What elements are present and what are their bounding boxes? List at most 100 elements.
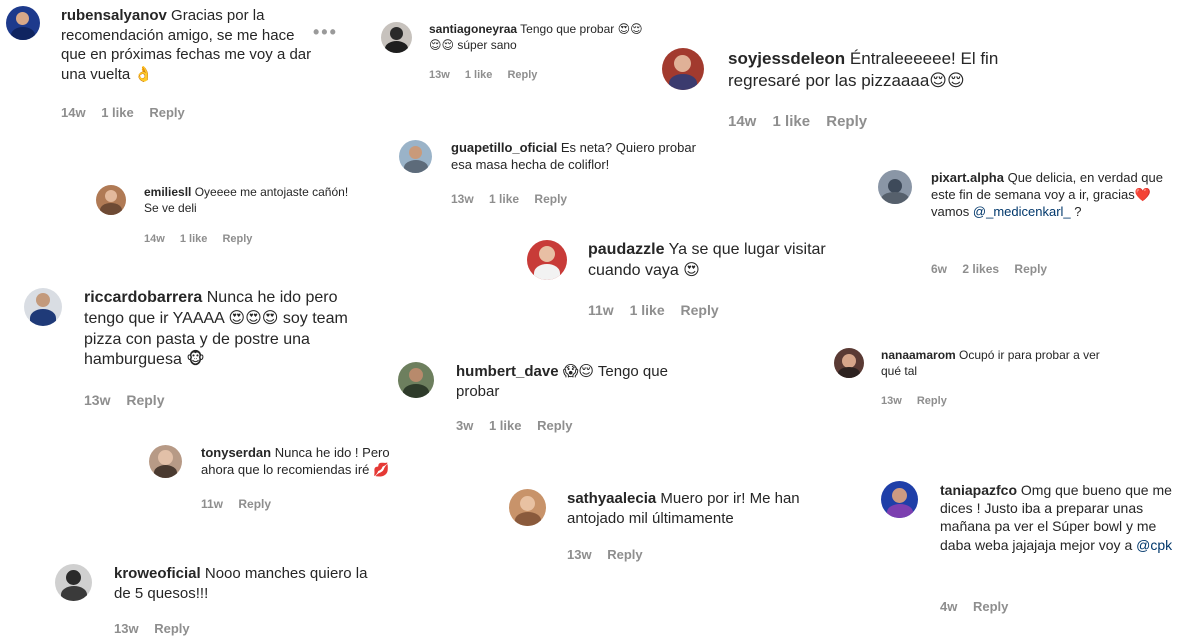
username[interactable]: kroweoficial: [114, 565, 201, 582]
more-options-icon[interactable]: •••: [313, 22, 338, 43]
username[interactable]: taniapazfco: [940, 482, 1017, 498]
reply-button[interactable]: Reply: [826, 113, 867, 130]
timestamp[interactable]: 13w: [429, 69, 450, 81]
comment-rubensalyanov: rubensalyanov Gracias por la recomendaci…: [6, 6, 336, 124]
comment-guapetillo_oficial: guapetillo_oficial Es neta? Quiero proba…: [399, 140, 699, 210]
comment-meta: 6w 2 likes Reply: [931, 262, 1059, 276]
timestamp[interactable]: 13w: [114, 621, 139, 636]
comment-paudazzle: paudazzle Ya se que lugar visitar cuando…: [527, 240, 867, 325]
avatar[interactable]: [55, 564, 92, 601]
reply-button[interactable]: Reply: [149, 105, 184, 120]
avatar[interactable]: [881, 481, 918, 518]
comment-text: humbert_dave 😱😌 Tengo que probar: [456, 362, 706, 401]
username[interactable]: tonyserdan: [201, 445, 271, 460]
comment-text: kroweoficial Nooo manches quiero la de 5…: [114, 564, 384, 603]
reply-button[interactable]: Reply: [534, 192, 567, 206]
comment-humbert_dave: humbert_dave 😱😌 Tengo que probar 3w 1 li…: [398, 362, 718, 440]
username[interactable]: riccardobarrera: [84, 289, 202, 306]
reply-button[interactable]: Reply: [222, 233, 252, 245]
username[interactable]: paudazzle: [588, 241, 664, 258]
reply-button[interactable]: Reply: [154, 621, 189, 636]
likes-count[interactable]: 1 like: [489, 418, 522, 433]
avatar[interactable]: [398, 362, 434, 398]
username[interactable]: humbert_dave: [456, 363, 559, 380]
reply-button[interactable]: Reply: [917, 395, 947, 407]
comment-text: taniapazfco Omg que bueno que me dices !…: [940, 481, 1190, 554]
comment-text: pixart.alpha Que delicia, en verdad que …: [931, 170, 1186, 221]
comment-nanaamarom: nanaamarom Ocupó ir para probar a ver qu…: [834, 348, 1124, 410]
reply-button[interactable]: Reply: [238, 497, 271, 511]
username[interactable]: rubensalyanov: [61, 7, 167, 24]
avatar[interactable]: [834, 348, 864, 378]
comment-meta: 13w Reply: [114, 621, 202, 636]
likes-count[interactable]: 1 like: [465, 69, 493, 81]
timestamp[interactable]: 14w: [144, 233, 165, 245]
username[interactable]: soyjessdeleon: [728, 49, 845, 68]
timestamp[interactable]: 13w: [451, 192, 474, 206]
timestamp[interactable]: 13w: [84, 392, 110, 408]
avatar[interactable]: [381, 22, 412, 53]
comment-meta: 13w 1 like Reply: [429, 69, 549, 81]
username[interactable]: guapetillo_oficial: [451, 140, 557, 155]
comment-santiagoneyraa: santiagoneyraa Tengo que probar 😍😌😌😌 súp…: [381, 22, 651, 87]
timestamp[interactable]: 14w: [728, 113, 756, 130]
avatar[interactable]: [509, 489, 546, 526]
reply-button[interactable]: Reply: [607, 547, 642, 562]
comment-meta: 11w Reply: [201, 497, 283, 511]
username[interactable]: santiagoneyraa: [429, 22, 517, 36]
avatar[interactable]: [24, 288, 62, 326]
timestamp[interactable]: 4w: [940, 599, 957, 614]
comment-taniapazfco: taniapazfco Omg que bueno que me dices !…: [881, 481, 1191, 621]
timestamp[interactable]: 14w: [61, 105, 86, 120]
comment-body-end: ?: [1070, 203, 1082, 219]
comment-meta: 3w 1 like Reply: [456, 418, 585, 433]
avatar[interactable]: [399, 140, 432, 173]
avatar[interactable]: [96, 185, 126, 215]
comment-riccardobarrera: riccardobarrera Nunca he ido pero tengo …: [24, 288, 374, 413]
comment-meta: 14w 1 like Reply: [728, 113, 879, 130]
comment-text: guapetillo_oficial Es neta? Quiero proba…: [451, 140, 696, 174]
comment-meta: 13w Reply: [84, 392, 176, 408]
comment-kroweoficial: kroweoficial Nooo manches quiero la de 5…: [55, 564, 395, 639]
username[interactable]: sathyaalecia: [567, 490, 656, 507]
reply-button[interactable]: Reply: [1014, 262, 1047, 276]
mention-link[interactable]: @_medicenkarl_: [973, 204, 1071, 219]
avatar[interactable]: [6, 6, 40, 40]
likes-count[interactable]: 2 likes: [962, 262, 999, 276]
reply-button[interactable]: Reply: [126, 392, 164, 408]
comment-text: nanaamarom Ocupó ir para probar a ver qu…: [881, 348, 1116, 379]
likes-count[interactable]: 1 like: [101, 105, 134, 120]
username[interactable]: nanaamarom: [881, 348, 956, 362]
comment-meta: 13w Reply: [567, 547, 655, 562]
comment-meta: 14w 1 like Reply: [61, 105, 197, 120]
likes-count[interactable]: 1 like: [180, 233, 208, 245]
likes-count[interactable]: 1 like: [489, 192, 519, 206]
timestamp[interactable]: 11w: [201, 497, 223, 511]
avatar[interactable]: [149, 445, 182, 478]
comment-tonyserdan: tonyserdan Nunca he ido ! Pero ahora que…: [149, 445, 429, 515]
comment-text: riccardobarrera Nunca he ido pero tengo …: [84, 288, 369, 371]
reply-button[interactable]: Reply: [973, 599, 1008, 614]
comment-text: sathyaalecia Muero por ir! Me han antoja…: [567, 489, 837, 528]
timestamp[interactable]: 6w: [931, 262, 947, 276]
likes-count[interactable]: 1 like: [630, 302, 665, 318]
username[interactable]: pixart.alpha: [931, 170, 1004, 185]
likes-count[interactable]: 1 like: [773, 113, 811, 130]
avatar[interactable]: [527, 240, 567, 280]
timestamp[interactable]: 13w: [881, 395, 902, 407]
timestamp[interactable]: 11w: [588, 302, 614, 318]
username[interactable]: emiliesll: [144, 185, 191, 199]
timestamp[interactable]: 13w: [567, 547, 592, 562]
comment-emiliesll: emiliesll Oyeeee me antojaste cañón! Se …: [96, 185, 356, 250]
reply-button[interactable]: Reply: [681, 302, 719, 318]
comment-text: emiliesll Oyeeee me antojaste cañón! Se …: [144, 185, 349, 216]
comment-text: paudazzle Ya se que lugar visitar cuando…: [588, 240, 863, 282]
reply-button[interactable]: Reply: [507, 69, 537, 81]
reply-button[interactable]: Reply: [537, 418, 572, 433]
avatar[interactable]: [878, 170, 912, 204]
avatar[interactable]: [662, 48, 704, 90]
comment-text: santiagoneyraa Tengo que probar 😍😌😌😌 súp…: [429, 22, 649, 53]
mention-link[interactable]: @cpk: [1136, 537, 1172, 553]
comment-text: tonyserdan Nunca he ido ! Pero ahora que…: [201, 445, 426, 479]
timestamp[interactable]: 3w: [456, 418, 473, 433]
